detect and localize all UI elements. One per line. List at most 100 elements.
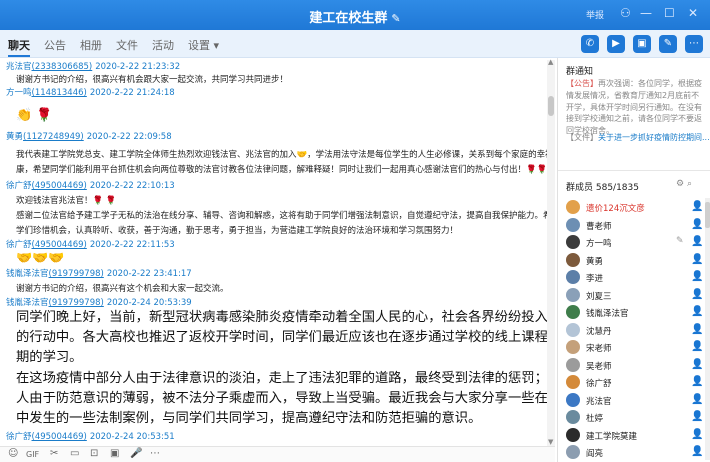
tab-bar: 聊天 公告 相册 文件 活动 设置 ▾ ✆ ▶ ▣ ✎ ⋯ <box>0 30 710 58</box>
sender-qq[interactable]: (495004469) <box>32 432 87 442</box>
avatar[interactable] <box>566 305 580 319</box>
sender-name[interactable]: 兆法官 <box>6 62 32 72</box>
microphone-icon[interactable]: 🎤 <box>130 448 142 459</box>
avatar[interactable] <box>566 427 580 442</box>
pencil-icon[interactable]: ✎ <box>391 12 400 25</box>
member-row[interactable]: 李进 👤 <box>558 268 710 287</box>
sender-name[interactable]: 黄勇 <box>6 132 23 142</box>
video-icon[interactable]: ▶ <box>607 35 625 53</box>
member-status-icon: 👤 <box>691 253 704 265</box>
sender-qq[interactable]: (114813446) <box>32 88 87 98</box>
avatar[interactable] <box>566 375 580 389</box>
close-icon[interactable]: ✕ <box>688 6 698 20</box>
screenshot-icon[interactable]: ▣ <box>110 448 119 459</box>
file-link[interactable]: 关于进一步抓好疫情防控期间... <box>598 133 710 142</box>
notice-file[interactable]: 【文件】关于进一步抓好疫情防控期间... <box>566 132 710 143</box>
avatar[interactable] <box>566 410 580 424</box>
member-row[interactable]: 杜婷 👤 <box>558 408 710 427</box>
sender-name[interactable]: 钱胤泽法官 <box>6 298 49 308</box>
scissors-icon[interactable]: ✂ <box>50 448 58 459</box>
member-name: 宋老师 <box>586 344 612 354</box>
member-row[interactable]: 钱胤泽法官 👤 <box>558 303 710 322</box>
sender-qq[interactable]: (919799798) <box>49 298 104 308</box>
member-search-icon[interactable]: ⌕ <box>687 179 692 189</box>
folder-icon[interactable]: ▭ <box>70 448 79 459</box>
tab-files[interactable]: 文件 <box>116 37 138 53</box>
member-row[interactable]: 吴老师 👤 <box>558 356 710 375</box>
member-row[interactable]: 建工学院莫建 👤 <box>558 426 710 445</box>
member-row[interactable]: 宋老师 👤 <box>558 338 710 357</box>
gif-icon[interactable]: GIF <box>26 450 39 459</box>
message-time: 2020-2-22 23:41:17 <box>106 269 192 279</box>
message-text: 感谢二位法官给予建工学子无私的法治在线分享、辅导、咨询和解惑，这将有助于同学们增… <box>16 211 555 221</box>
sender-qq[interactable]: (495004469) <box>32 181 87 191</box>
chat-scroll-thumb[interactable] <box>548 96 554 116</box>
member-scroll-thumb[interactable] <box>705 202 710 228</box>
sender-name[interactable]: 方一鸣 <box>6 88 32 98</box>
more-tools-icon[interactable]: ⋯ <box>150 448 160 459</box>
theme-icon[interactable]: ⚇ <box>620 6 631 20</box>
member-row[interactable]: 徐广舒 👤 <box>558 373 710 392</box>
notice-body[interactable]: 【公告】再次强调：各位同学，根据疫情发展情况，省教育厅通知2月底前不开学，具体开… <box>566 78 704 137</box>
scroll-down-icon[interactable]: ▼ <box>548 438 553 446</box>
member-name: 沈慧丹 <box>586 326 612 337</box>
sender-name[interactable]: 钱胤泽法官 <box>6 269 49 279</box>
avatar[interactable] <box>566 392 580 407</box>
scroll-up-icon[interactable]: ▲ <box>548 58 553 66</box>
member-name: 方一鸣 <box>586 239 612 249</box>
member-scrollbar[interactable] <box>705 198 710 460</box>
avatar[interactable] <box>566 200 580 214</box>
avatar[interactable] <box>566 445 580 459</box>
tab-album[interactable]: 相册 <box>80 37 102 53</box>
avatar[interactable] <box>566 235 580 249</box>
chat-scrollbar[interactable] <box>547 60 555 446</box>
avatar[interactable] <box>566 217 580 232</box>
phone-icon[interactable]: ✆ <box>581 35 599 53</box>
sender-qq[interactable]: (495004469) <box>32 240 87 250</box>
member-row[interactable]: 兆法官 👤 <box>558 391 710 410</box>
member-row[interactable]: 刘夏三 👤 <box>558 286 710 305</box>
image-icon[interactable]: ⊡ <box>90 448 98 459</box>
sender-name[interactable]: 徐广舒 <box>6 181 32 191</box>
member-row[interactable]: 阎亮 👤 <box>558 443 710 462</box>
avatar[interactable] <box>566 287 580 302</box>
sender-name[interactable]: 徐广舒 <box>6 432 32 442</box>
member-row[interactable]: 遗价124沉文彦 👤 <box>558 198 710 217</box>
avatar[interactable] <box>566 252 580 267</box>
avatar[interactable] <box>566 270 580 284</box>
member-row[interactable]: 方一鸣 ✎ 👤 <box>558 233 710 252</box>
member-status-icon: 👤 <box>691 201 704 212</box>
sender-qq[interactable]: (2338306685) <box>32 62 93 72</box>
member-row[interactable]: 沈慧丹 👤 <box>558 321 710 340</box>
minimize-icon[interactable]: — <box>640 6 652 20</box>
member-row[interactable]: 黄勇 👤 <box>558 251 710 270</box>
member-tools[interactable]: ⚙ ⌕ <box>676 179 692 189</box>
member-status-icon: 👤 <box>691 323 704 335</box>
avatar[interactable] <box>566 322 580 337</box>
message-text: 谢谢方书记的介绍，很高兴有这个机会和大家一起交流。 <box>16 284 229 294</box>
sender-name[interactable]: 徐广舒 <box>6 240 32 250</box>
tab-settings[interactable]: 设置 ▾ <box>188 37 219 53</box>
tab-announcement[interactable]: 公告 <box>44 37 66 53</box>
member-name: 阎亮 <box>586 449 604 459</box>
sender-qq[interactable]: (919799798) <box>49 269 104 279</box>
report-link[interactable]: 举报 <box>586 8 604 21</box>
member-status-icon: 👤 <box>691 446 704 457</box>
tab-activity[interactable]: 活动 <box>152 37 174 53</box>
sender-qq[interactable]: (1127248949) <box>23 132 84 142</box>
edit-icon[interactable]: ✎ <box>676 236 684 246</box>
member-settings-icon[interactable]: ⚙ <box>676 179 684 189</box>
maximize-icon[interactable]: ☐ <box>664 6 675 20</box>
tab-chat[interactable]: 聊天 <box>8 37 30 53</box>
emoji-icon[interactable]: ☺ <box>8 448 18 459</box>
member-name: 黄勇 <box>586 256 604 267</box>
avatar[interactable] <box>566 357 580 372</box>
emoji-message: 🤝🤝🤝 <box>16 251 65 266</box>
more-icon[interactable]: ⋯ <box>685 35 703 53</box>
message-text: 谢谢方书记的介绍，很高兴有机会跟大家一起交流，共同学习共同进步！ <box>16 75 289 85</box>
screen-share-icon[interactable]: ▣ <box>633 35 651 53</box>
avatar[interactable] <box>566 340 580 354</box>
group-app-icon[interactable]: ✎ <box>659 35 677 53</box>
member-row[interactable]: 曹老师 👤 <box>558 216 710 235</box>
divider <box>558 170 710 171</box>
